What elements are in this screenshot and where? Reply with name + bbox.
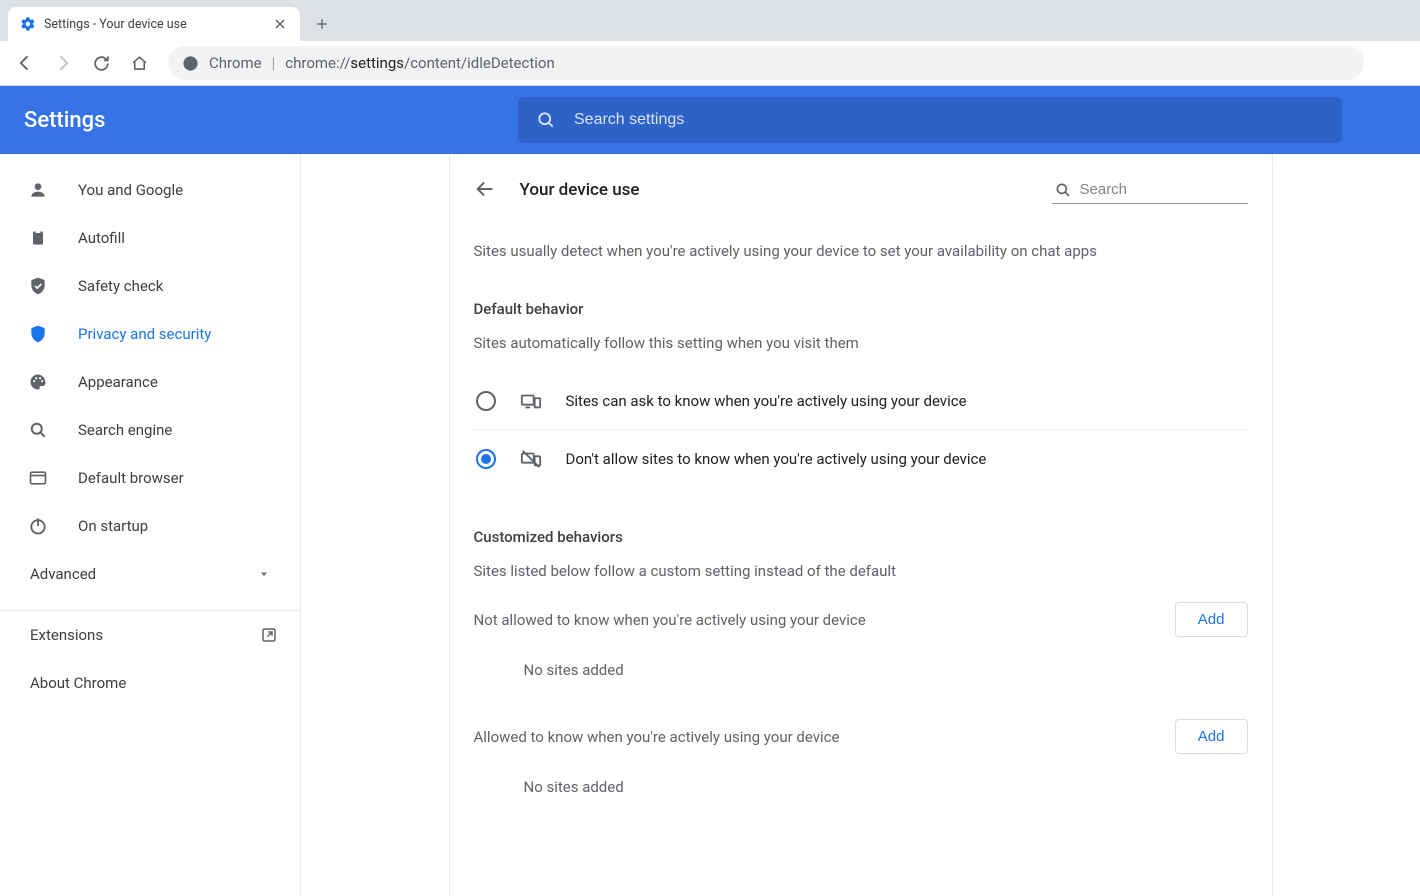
radio-option-allow[interactable]: Sites can ask to know when you're active…: [474, 372, 1248, 430]
add-allowed-button[interactable]: Add: [1175, 719, 1248, 754]
add-not-allowed-button[interactable]: Add: [1175, 602, 1248, 637]
settings-title: Settings: [24, 108, 518, 133]
settings-header: Settings: [0, 86, 1420, 154]
home-button[interactable]: [122, 46, 156, 80]
tab-title: Settings - Your device use: [44, 17, 264, 32]
search-icon: [28, 420, 48, 440]
sidebar-item-on-startup[interactable]: On startup: [0, 502, 300, 550]
sidebar-item-about[interactable]: About Chrome: [0, 659, 300, 707]
panel-title: Your device use: [520, 180, 640, 200]
customized-behaviors-title: Customized behaviors: [474, 528, 1248, 546]
panel-description: Sites usually detect when you're activel…: [474, 242, 1248, 260]
search-icon: [536, 110, 556, 130]
back-button[interactable]: [8, 46, 42, 80]
sidebar-item-label: Autofill: [78, 229, 125, 247]
settings-sidebar: You and Google Autofill Safety check Pri…: [0, 154, 301, 896]
not-allowed-label: Not allowed to know when you're actively…: [474, 611, 866, 629]
radio-button[interactable]: [476, 391, 496, 411]
radio-button-selected[interactable]: [476, 449, 496, 469]
panel-search-input[interactable]: [1080, 181, 1246, 198]
browser-tab[interactable]: Settings - Your device use: [8, 7, 300, 41]
omnibox-separator: |: [272, 54, 276, 72]
extensions-label: Extensions: [30, 626, 103, 644]
sidebar-item-extensions[interactable]: Extensions: [0, 611, 300, 659]
about-label: About Chrome: [30, 674, 126, 692]
search-settings-input[interactable]: [574, 111, 1324, 129]
close-icon[interactable]: [272, 16, 288, 32]
panel-back-button[interactable]: [474, 178, 498, 202]
radio-label: Sites can ask to know when you're active…: [566, 392, 967, 410]
panel-search-box[interactable]: [1052, 177, 1248, 204]
omnibox[interactable]: Chrome | chrome://settings/content/idleD…: [168, 46, 1364, 80]
forward-button[interactable]: [46, 46, 80, 80]
allowed-label: Allowed to know when you're actively usi…: [474, 728, 840, 746]
devices-blocked-icon: [520, 448, 542, 470]
sidebar-item-label: Safety check: [78, 277, 163, 295]
reload-button[interactable]: [84, 46, 118, 80]
default-behavior-subtitle: Sites automatically follow this setting …: [474, 334, 1248, 352]
shield-icon: [28, 324, 48, 344]
sidebar-item-privacy-security[interactable]: Privacy and security: [0, 310, 300, 358]
search-settings-box[interactable]: [518, 97, 1342, 143]
sidebar-item-you-and-google[interactable]: You and Google: [0, 166, 300, 214]
settings-panel: Your device use Sites usually detect whe…: [449, 154, 1273, 896]
omnibox-label: Chrome: [209, 54, 262, 72]
palette-icon: [28, 372, 48, 392]
new-tab-button[interactable]: [308, 10, 336, 38]
person-icon: [28, 180, 48, 200]
sidebar-item-label: On startup: [78, 517, 148, 535]
chevron-down-icon: [258, 568, 270, 580]
sidebar-item-default-browser[interactable]: Default browser: [0, 454, 300, 502]
default-behavior-title: Default behavior: [474, 300, 1248, 318]
not-allowed-empty: No sites added: [474, 637, 1248, 697]
browser-icon: [28, 468, 48, 488]
browser-toolbar: Chrome | chrome://settings/content/idleD…: [0, 41, 1420, 86]
devices-icon: [520, 390, 542, 412]
sidebar-advanced[interactable]: Advanced: [0, 550, 300, 598]
tab-strip: Settings - Your device use: [0, 0, 1420, 41]
radio-option-block[interactable]: Don't allow sites to know when you're ac…: [474, 430, 1248, 488]
omnibox-url: chrome://settings/content/idleDetection: [285, 54, 554, 72]
sidebar-item-label: Appearance: [78, 373, 158, 391]
sidebar-item-autofill[interactable]: Autofill: [0, 214, 300, 262]
search-icon: [1054, 181, 1072, 199]
clipboard-icon: [28, 228, 48, 248]
power-icon: [28, 516, 48, 536]
external-link-icon: [260, 626, 278, 644]
sidebar-item-label: Default browser: [78, 469, 184, 487]
sidebar-item-search-engine[interactable]: Search engine: [0, 406, 300, 454]
advanced-label: Advanced: [30, 565, 96, 583]
customized-behaviors-subtitle: Sites listed below follow a custom setti…: [474, 562, 1248, 580]
sidebar-item-safety-check[interactable]: Safety check: [0, 262, 300, 310]
radio-label: Don't allow sites to know when you're ac…: [566, 450, 987, 468]
sidebar-item-label: Search engine: [78, 421, 172, 439]
sidebar-item-label: Privacy and security: [78, 325, 211, 343]
gear-icon: [20, 16, 36, 32]
allowed-empty: No sites added: [474, 754, 1248, 814]
sidebar-item-appearance[interactable]: Appearance: [0, 358, 300, 406]
shield-check-icon: [28, 276, 48, 296]
sidebar-item-label: You and Google: [78, 181, 183, 199]
site-info-icon[interactable]: [182, 55, 199, 72]
